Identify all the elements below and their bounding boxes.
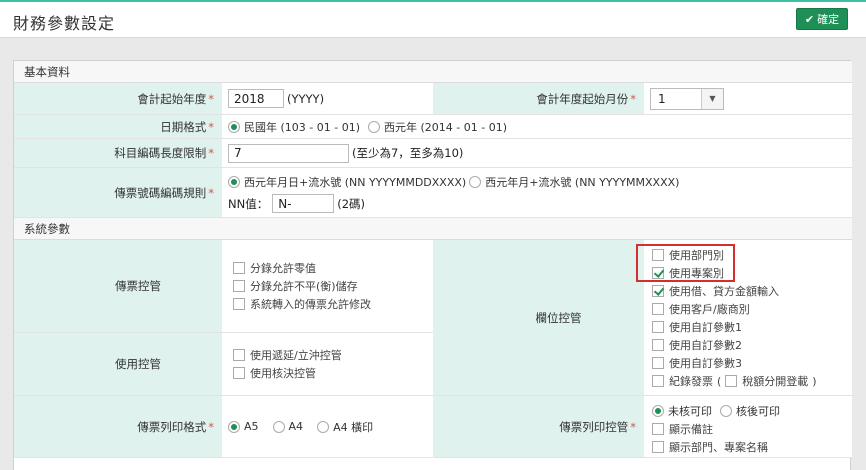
chevron-down-icon: ▼ [701, 88, 723, 109]
voucher-rule-month-radio[interactable]: 西元年月+流水號 (NN YYYYMMXXXX) [469, 174, 679, 190]
deferral-control-checkbox[interactable]: 使用遞延/立沖控管 [233, 346, 342, 364]
approval-control-checkbox[interactable]: 使用核決控管 [233, 364, 342, 382]
allow-unbalanced-checkbox[interactable]: 分錄允許不平(衡)儲存 [233, 277, 371, 295]
field-control-cell: 使用部門別 使用專案別 使用借、貸方金額輸入 使用客戶/廠商別 使用自訂參數1 … [644, 240, 852, 396]
show-dept-project-checkbox[interactable]: 顯示部門、專案名稱 [652, 438, 788, 456]
date-format-cell: 民國年 (103 - 01 - 01) 西元年 (2014 - 01 - 01) [222, 115, 852, 139]
page-header: 財務參數設定 ✔ 確定 [0, 2, 866, 38]
voucher-control-cell: 分錄允許零值 分錄允許不平(衡)儲存 系統轉入的傳票允許修改 [222, 240, 433, 333]
nn-value-input[interactable] [272, 194, 335, 213]
voucher-control-label: 傳票控管 [14, 240, 222, 333]
use-project-checkbox[interactable]: 使用專案別 [652, 264, 817, 282]
code-length-label: 科目編碼長度限制 * [14, 139, 222, 168]
fiscal-start-month-label: 會計年度起始月份 * [433, 83, 644, 115]
usage-control-cell: 使用遞延/立沖控管 使用核決控管 [222, 333, 433, 396]
field-control-label: 欄位控管 [433, 240, 644, 396]
confirm-button[interactable]: ✔ 確定 [796, 8, 848, 30]
voucher-rule-date-radio[interactable]: 西元年月日+流水號 (NN YYYYMMDDXXXX) [228, 174, 466, 190]
use-debit-credit-checkbox[interactable]: 使用借、貸方金額輸入 [652, 282, 817, 300]
use-custom-param2-checkbox[interactable]: 使用自訂參數2 [652, 336, 817, 354]
section-basic: 基本資料 [14, 61, 852, 83]
voucher-rule-cell: 西元年月日+流水號 (NN YYYYMMDDXXXX) 西元年月+流水號 (NN… [222, 168, 852, 218]
print-a5-radio[interactable]: A5 [228, 420, 259, 433]
use-department-checkbox[interactable]: 使用部門別 [652, 246, 817, 264]
check-icon: ✔ [804, 12, 815, 26]
use-custom-param1-checkbox[interactable]: 使用自訂參數1 [652, 318, 817, 336]
print-control-cell: 未核可印 核後可印 顯示備註 顯示部門、專案名稱 [644, 396, 852, 458]
date-format-label: 日期格式 * [14, 115, 222, 139]
show-remarks-checkbox[interactable]: 顯示備註 [652, 420, 788, 438]
tax-split-checkbox-box[interactable] [725, 375, 738, 387]
fiscal-start-month-select[interactable]: 1 ▼ [650, 87, 724, 110]
print-a4-landscape-radio[interactable]: A4 橫印 [317, 419, 373, 435]
code-length-input[interactable] [228, 143, 349, 163]
voucher-rule-label: 傳票號碼編碼規則 * [14, 168, 222, 218]
tax-split-label: 稅額分開登載 [742, 375, 809, 388]
use-customer-vendor-checkbox[interactable]: 使用客戶/廠商別 [652, 300, 817, 318]
print-a4-radio[interactable]: A4 [272, 420, 303, 433]
code-length-cell: (至少為7，至多為10) [222, 139, 852, 168]
print-unapproved-radio[interactable]: 未核可印 [652, 403, 712, 419]
allow-edit-imported-checkbox[interactable]: 系統轉入的傳票允許修改 [233, 295, 371, 313]
record-invoice-checkbox[interactable]: 紀錄發票 ( 稅額分開登載 ) [652, 372, 817, 390]
fiscal-start-year-suffix: (YYYY) [287, 91, 325, 106]
usage-control-label: 使用控管 [14, 333, 222, 396]
settings-panel: 基本資料 會計起始年度* (YYYY) 會計年度起始月份* 1 ▼ 日期格式* … [13, 60, 852, 470]
fiscal-start-year-cell: (YYYY) [222, 83, 433, 115]
date-format-roc-radio[interactable]: 民國年 (103 - 01 - 01) [228, 119, 360, 135]
print-approved-radio[interactable]: 核後可印 [720, 403, 780, 419]
nn-suffix: (2碼) [337, 196, 366, 211]
nn-label: NN值： [228, 196, 269, 211]
allow-zero-checkbox[interactable]: 分錄允許零值 [233, 259, 371, 277]
fiscal-start-year-label: 會計起始年度 * [14, 83, 222, 115]
page-title: 財務參數設定 [13, 14, 116, 33]
code-length-suffix: (至少為7，至多為10) [352, 146, 464, 160]
confirm-label: 確定 [817, 13, 840, 26]
fiscal-start-year-input[interactable] [228, 89, 284, 108]
print-format-label: 傳票列印格式 * [14, 396, 222, 458]
date-format-ad-radio[interactable]: 西元年 (2014 - 01 - 01) [368, 119, 507, 135]
fiscal-start-month-cell: 1 ▼ [644, 83, 852, 115]
print-control-label: 傳票列印控管 * [433, 396, 644, 458]
print-format-cell: A5 A4 A4 橫印 [222, 396, 433, 458]
use-custom-param3-checkbox[interactable]: 使用自訂參數3 [652, 354, 817, 372]
section-system: 系統參數 [14, 218, 852, 240]
